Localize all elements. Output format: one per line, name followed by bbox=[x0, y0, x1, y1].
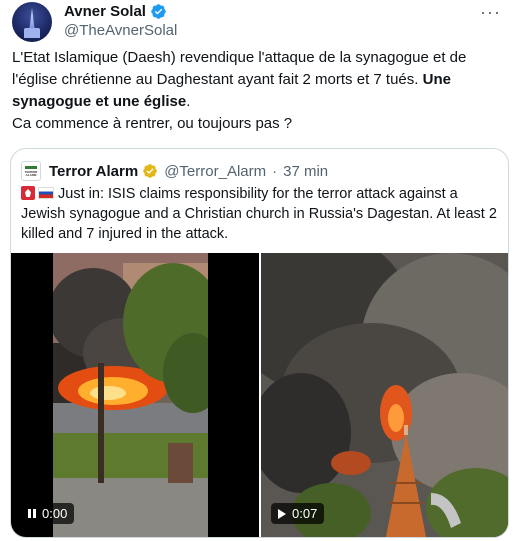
gold-verified-badge-icon bbox=[143, 164, 158, 178]
quoted-tweet[interactable]: TERROR ALARM Terror Alarm @Terror_Alarm … bbox=[10, 148, 509, 538]
quote-avatar-bar bbox=[25, 165, 37, 169]
tweet-text-line2: Ca commence à rentrer, ou toujours pas ? bbox=[12, 115, 293, 132]
quote-header: TERROR ALARM Terror Alarm @Terror_Alarm … bbox=[21, 161, 328, 181]
video-2-time: 0:07 bbox=[292, 506, 318, 521]
author-name-row: Avner Solal bbox=[64, 3, 167, 20]
author-handle[interactable]: @TheAvnerSolal bbox=[64, 22, 177, 39]
video-thumbnail-church-smoke bbox=[261, 253, 508, 537]
quote-timestamp[interactable]: 37 min bbox=[283, 163, 328, 180]
tweet-header: Avner Solal @TheAvnerSolal ··· bbox=[12, 0, 505, 44]
quote-avatar-text: TERROR ALARM bbox=[24, 169, 38, 177]
pause-icon bbox=[28, 509, 36, 518]
avatar-base-shape bbox=[24, 28, 40, 38]
tweet-text: L'Etat Islamique (Daesh) revendique l'at… bbox=[12, 47, 505, 135]
quote-text-body: Just in: ISIS claims responsibility for … bbox=[21, 186, 497, 242]
alarm-flag-icon bbox=[21, 186, 35, 200]
quote-text: Just in: ISIS claims responsibility for … bbox=[21, 184, 501, 244]
tweet-text-part1: L'Etat Islamique (Daesh) revendique l'at… bbox=[12, 49, 467, 88]
video-player-1[interactable]: 0:00 bbox=[11, 253, 259, 537]
author-name[interactable]: Avner Solal bbox=[64, 3, 146, 20]
quote-author-avatar[interactable]: TERROR ALARM bbox=[21, 161, 41, 181]
video-1-control[interactable]: 0:00 bbox=[21, 503, 75, 524]
video-thumbnail-car-fire bbox=[53, 253, 208, 537]
tweet-text-part2: . bbox=[186, 93, 191, 110]
quote-author-name[interactable]: Terror Alarm bbox=[49, 163, 138, 180]
russia-flag-icon bbox=[38, 187, 54, 199]
play-icon bbox=[278, 508, 286, 519]
video-1-time: 0:00 bbox=[42, 506, 68, 521]
video-player-2[interactable]: 0:07 bbox=[261, 253, 508, 537]
video-2-control[interactable]: 0:07 bbox=[271, 503, 325, 524]
verified-badge-icon bbox=[151, 4, 166, 19]
quote-author-handle[interactable]: @Terror_Alarm bbox=[164, 163, 266, 180]
quote-separator: · bbox=[272, 162, 278, 180]
more-options-icon[interactable]: ··· bbox=[480, 2, 501, 23]
author-avatar[interactable] bbox=[12, 2, 52, 42]
